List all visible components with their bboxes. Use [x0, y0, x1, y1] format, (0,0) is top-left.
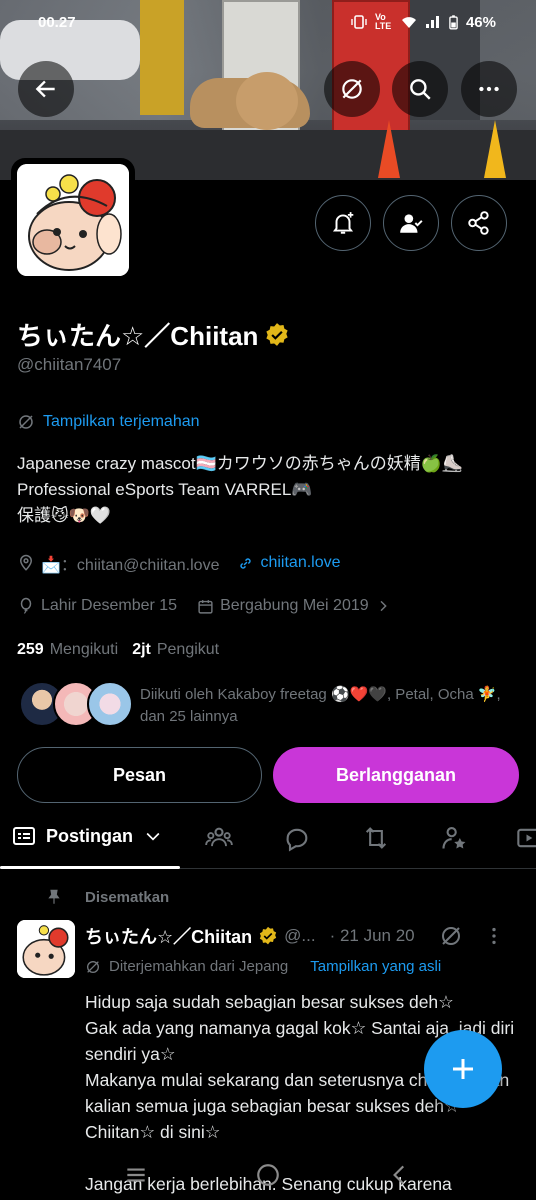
mutual-followers-avatars[interactable] [19, 681, 133, 727]
more-horizontal-icon [479, 86, 499, 92]
status-time: 00.27 [38, 13, 76, 31]
chiitan-avatar-image [17, 164, 129, 276]
media-icon[interactable] [516, 824, 536, 852]
bell-plus-icon [332, 212, 354, 234]
vibrate-icon [351, 15, 367, 29]
profile-website-link[interactable]: chiitan.love [260, 554, 340, 572]
post-author-name[interactable]: ちぃたん☆／Chiitan [85, 923, 252, 949]
translate-icon [87, 960, 99, 973]
translate-toggle-button[interactable] [324, 61, 380, 117]
tab-posts[interactable]: Postingan [12, 824, 163, 848]
translate-off-icon[interactable] [439, 924, 463, 948]
chiitan-avatar-image [17, 920, 75, 978]
profile-name-row: ちぃたん☆／Chiitan [17, 316, 290, 353]
more-vertical-icon[interactable] [483, 925, 505, 947]
profile-handle: @chiitan7407 [17, 355, 122, 374]
message-button[interactable]: Pesan [17, 747, 262, 803]
profile-tabs: Postingan [0, 814, 536, 869]
profile-avatar[interactable] [11, 158, 135, 282]
pinned-indicator: Disematkan [45, 888, 169, 906]
following-count: 259 [17, 641, 44, 658]
followed-by-text[interactable]: Diikuti oleh Kakaboy freetag ⚽❤️🖤, Petal… [140, 684, 520, 728]
followers-link[interactable]: 2jt Pengikut [132, 641, 219, 659]
tab-posts-label: Postingan [46, 825, 134, 846]
verified-badge-icon[interactable] [264, 322, 290, 348]
following-link[interactable]: 259 Mengikuti [17, 641, 118, 659]
arrow-left-icon [35, 80, 55, 98]
profile-dates-row: Lahir Desember 15 Bergabung Mei 2019 [17, 597, 391, 615]
battery-icon [449, 14, 458, 29]
post-translation-info: Diterjemahkan dari Jepang Tampilkan yang… [85, 958, 441, 975]
share-button[interactable] [451, 195, 507, 251]
profile-contact: 📩：chiitan@chiitan.love [41, 557, 220, 574]
repost-icon[interactable] [362, 824, 390, 852]
bio-line: Japanese crazy mascot🏳️‍⚧️カワウソの赤ちゃんの妖精🍏⛸… [17, 454, 464, 473]
show-original-link[interactable]: Tampilkan yang asli [310, 958, 441, 975]
search-icon [410, 79, 431, 100]
translated-from-label: Diterjemahkan dari Jepang [109, 958, 289, 975]
verified-badge-icon [259, 926, 277, 945]
profile-birthday: Lahir Desember 15 [41, 597, 178, 614]
user-check-icon [400, 214, 423, 233]
highlights-icon[interactable] [440, 824, 468, 852]
posts-icon [13, 827, 35, 845]
wifi-icon [401, 17, 416, 28]
search-button[interactable] [392, 61, 448, 117]
calendar-icon [198, 599, 213, 614]
profile-joined: Bergabung Mei 2019 [220, 597, 369, 614]
bio-line: 保護😼🐶🤍 [17, 506, 112, 525]
show-translation-link[interactable]: Tampilkan terjemahan [17, 413, 200, 431]
profile-bio: Japanese crazy mascot🏳️‍⚧️カワウソの赤ちゃんの妖精🍏⛸… [17, 451, 517, 529]
battery-percent: 46% [465, 13, 496, 31]
status-bar: 00.27 Vo LTE 46% [0, 0, 536, 44]
bio-line: Professional eSports Team VARREL🎮 [17, 480, 313, 499]
display-name: ちぃたん☆／Chiitan [17, 321, 259, 351]
follow-stats: 259 Mengikuti 2jt Pengikut [17, 641, 219, 659]
banner-cone [378, 120, 400, 178]
active-tab-indicator [0, 866, 180, 869]
translate-off-icon [342, 79, 362, 99]
post-author-avatar[interactable] [17, 920, 75, 978]
back-nav-icon[interactable] [387, 1162, 413, 1188]
post-date: · 21 Jun 20 [329, 926, 415, 945]
link-icon [240, 557, 252, 569]
chevron-right-icon[interactable] [375, 598, 391, 614]
back-button[interactable] [18, 61, 74, 117]
banner-mascot-head [236, 72, 298, 130]
followers-label: Pengikut [156, 641, 220, 658]
network-label: Vo LTE [374, 12, 392, 31]
post-header: ちぃたん☆／Chiitan @... · 21 Jun 20 [85, 923, 525, 949]
chevron-down-icon [146, 832, 160, 841]
translate-icon [19, 415, 33, 429]
plus-icon [453, 1059, 473, 1079]
following-label: Mengikuti [49, 641, 119, 658]
post-author-handle: @... [284, 926, 316, 945]
more-button[interactable] [461, 61, 517, 117]
banner-cone [484, 120, 506, 178]
notifications-button[interactable] [315, 195, 371, 251]
subscribe-button[interactable]: Berlangganan [273, 747, 519, 803]
recent-apps-icon[interactable] [123, 1162, 149, 1188]
system-nav-bar [0, 1150, 536, 1200]
home-icon[interactable] [255, 1162, 281, 1188]
following-button[interactable] [383, 195, 439, 251]
location-pin-icon [19, 554, 33, 571]
profile-meta-row: 📩：chiitan@chiitan.love chiitan.love [17, 551, 341, 575]
followers-count: 2jt [132, 641, 151, 658]
balloon-icon [20, 597, 32, 614]
share-icon [468, 211, 489, 235]
pin-icon [48, 889, 60, 904]
communities-icon[interactable] [205, 824, 233, 852]
pinned-label: Disematkan [85, 888, 170, 906]
avatar [87, 681, 133, 727]
compose-button[interactable] [424, 1030, 502, 1108]
show-translation-label: Tampilkan terjemahan [43, 413, 200, 430]
signal-icon [425, 16, 439, 28]
reply-icon[interactable] [283, 824, 311, 852]
